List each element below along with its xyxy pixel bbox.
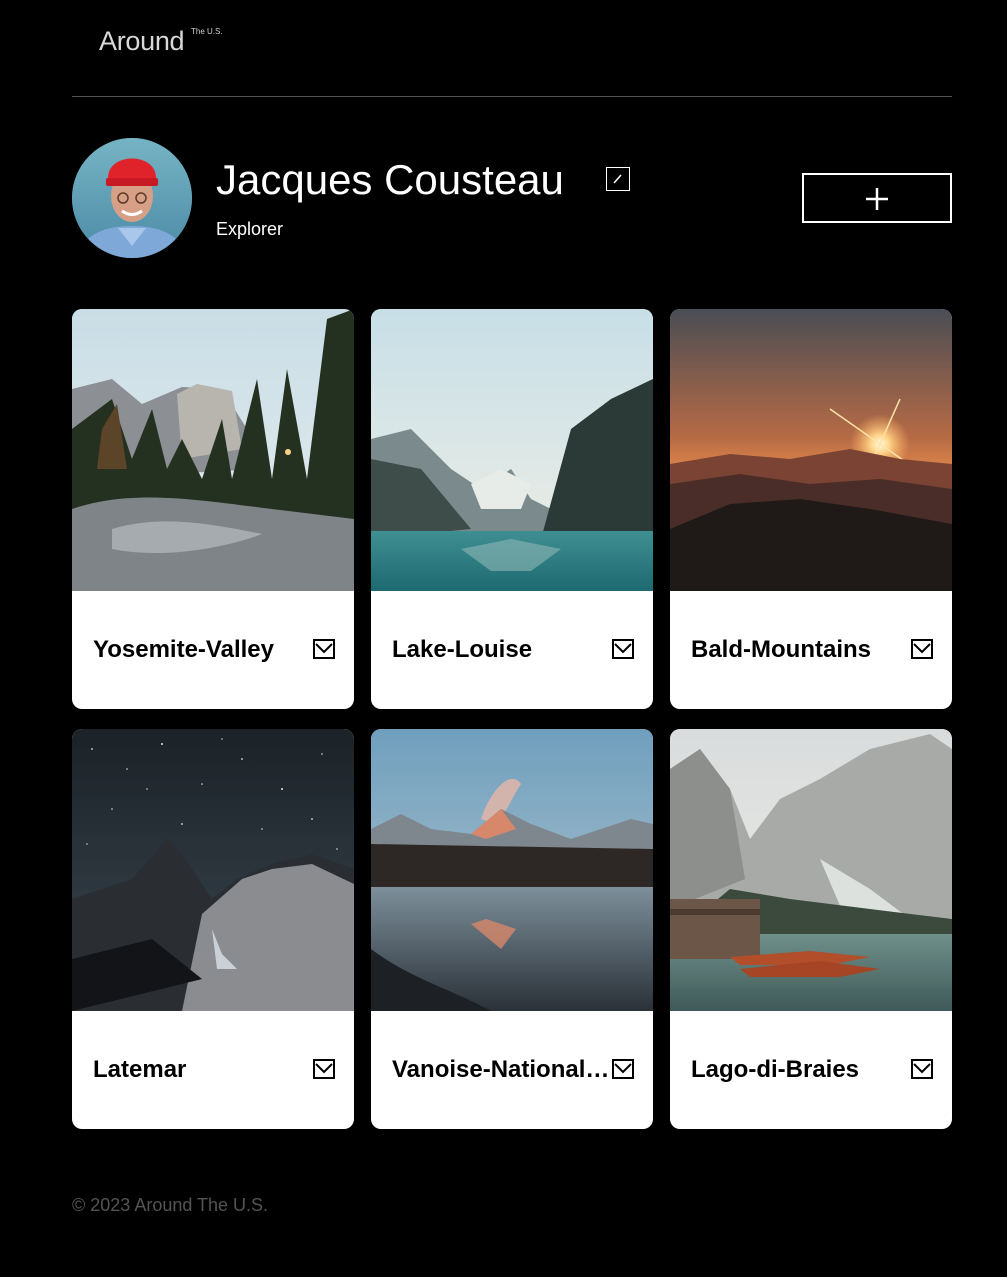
- card-image[interactable]: [371, 309, 653, 591]
- heart-icon[interactable]: [313, 1059, 335, 1079]
- place-card: Yosemite-Valley: [72, 309, 354, 709]
- logo: Around: [99, 26, 185, 56]
- card-image[interactable]: [670, 729, 952, 1011]
- card-title: Lago-di-Braies: [691, 1056, 860, 1083]
- profile-job: Explorer: [216, 219, 284, 239]
- plus-icon: [866, 188, 888, 210]
- card-image[interactable]: [72, 729, 354, 1011]
- avatar[interactable]: [72, 138, 192, 258]
- card-title: Vanoise-National-Park: [392, 1056, 612, 1083]
- place-card: Vanoise-National-Park: [371, 729, 653, 1129]
- card-title: Lake-Louise: [392, 636, 533, 663]
- place-card: Lake-Louise: [371, 309, 653, 709]
- edit-profile-button[interactable]: [606, 167, 630, 191]
- heart-icon[interactable]: [911, 639, 933, 659]
- avatar-portrait: [72, 138, 192, 258]
- card-image[interactable]: [670, 309, 952, 591]
- card-title: Yosemite-Valley: [93, 636, 274, 663]
- place-card: Latemar: [72, 729, 354, 1129]
- footer-copyright: © 2023 Around The U.S.: [72, 1195, 269, 1215]
- logo-superscript: The U.S.: [191, 27, 223, 36]
- heart-icon[interactable]: [612, 1059, 634, 1079]
- place-card: Lago-di-Braies: [670, 729, 952, 1129]
- card-title: Latemar: [93, 1056, 187, 1083]
- heart-icon[interactable]: [612, 639, 634, 659]
- card-image[interactable]: [371, 729, 653, 1011]
- place-card: Bald-Mountains: [670, 309, 952, 709]
- site-header: Around The U.S.: [72, 0, 952, 97]
- card-title: Bald-Mountains: [691, 636, 871, 663]
- add-place-button[interactable]: [802, 173, 952, 223]
- pencil-icon: [613, 174, 622, 184]
- profile-name: Jacques Cousteau: [216, 156, 564, 203]
- page: Around The U.S. Jacques Cousteau Explore…: [0, 0, 1007, 1277]
- heart-icon[interactable]: [313, 639, 335, 659]
- heart-icon[interactable]: [911, 1059, 933, 1079]
- card-image[interactable]: [72, 309, 354, 591]
